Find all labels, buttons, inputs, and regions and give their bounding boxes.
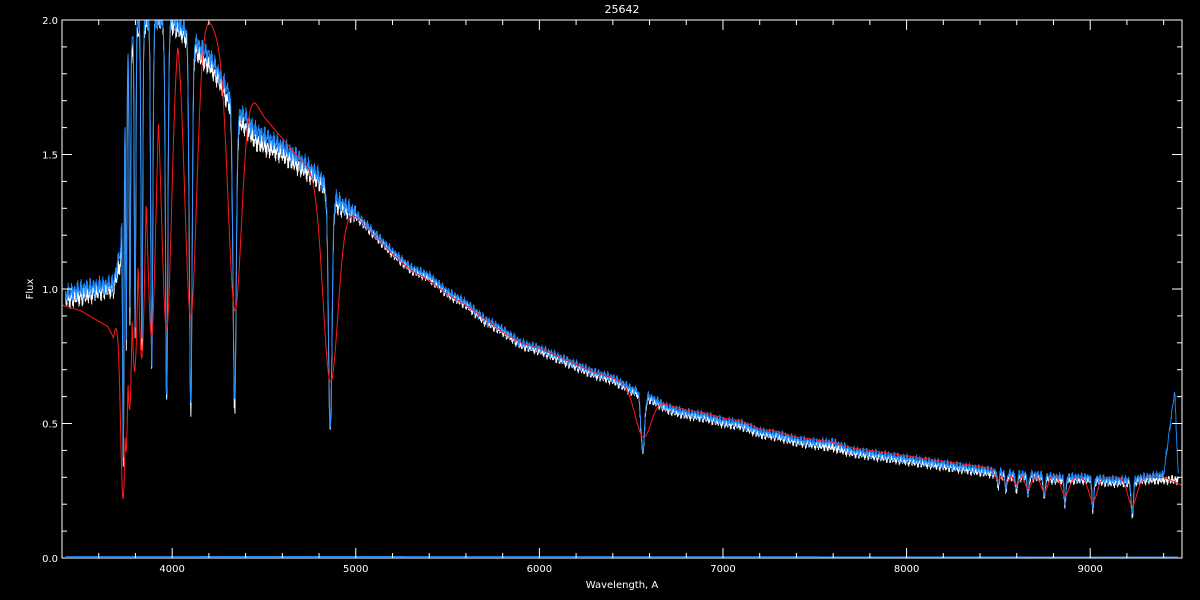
series-line-1 [65, 19, 1179, 515]
y-tick-label: 0.5 [42, 420, 58, 431]
x-tick-label: 6000 [527, 564, 552, 575]
series-line-3 [65, 555, 1179, 558]
x-tick-label: 9000 [1077, 564, 1102, 575]
y-axis-label: Flux [25, 279, 36, 300]
y-tick-label: 2.0 [42, 16, 58, 27]
x-tick-label: 4000 [159, 564, 184, 575]
series-layer [61, 19, 1183, 558]
ticks-layer: 4000 5000 6000 7000 8000 9000 0.0 0.5 1.0 1.5 2.0 [42, 16, 1182, 575]
x-axis-label: Wavelength, A [586, 580, 659, 591]
x-tick-label: 7000 [710, 564, 735, 575]
y-tick-label: 1.0 [42, 285, 58, 296]
x-tick-label: 8000 [894, 564, 919, 575]
spectrum-chart: 4000 5000 6000 7000 8000 90000.00.51.01.52.0 … [25, 3, 1183, 591]
chart-title: 25642 [605, 3, 640, 16]
y-tick-label: 0.0 [42, 554, 58, 565]
y-tick-label: 1.5 [42, 151, 58, 162]
x-tick-label: 5000 [343, 564, 368, 575]
